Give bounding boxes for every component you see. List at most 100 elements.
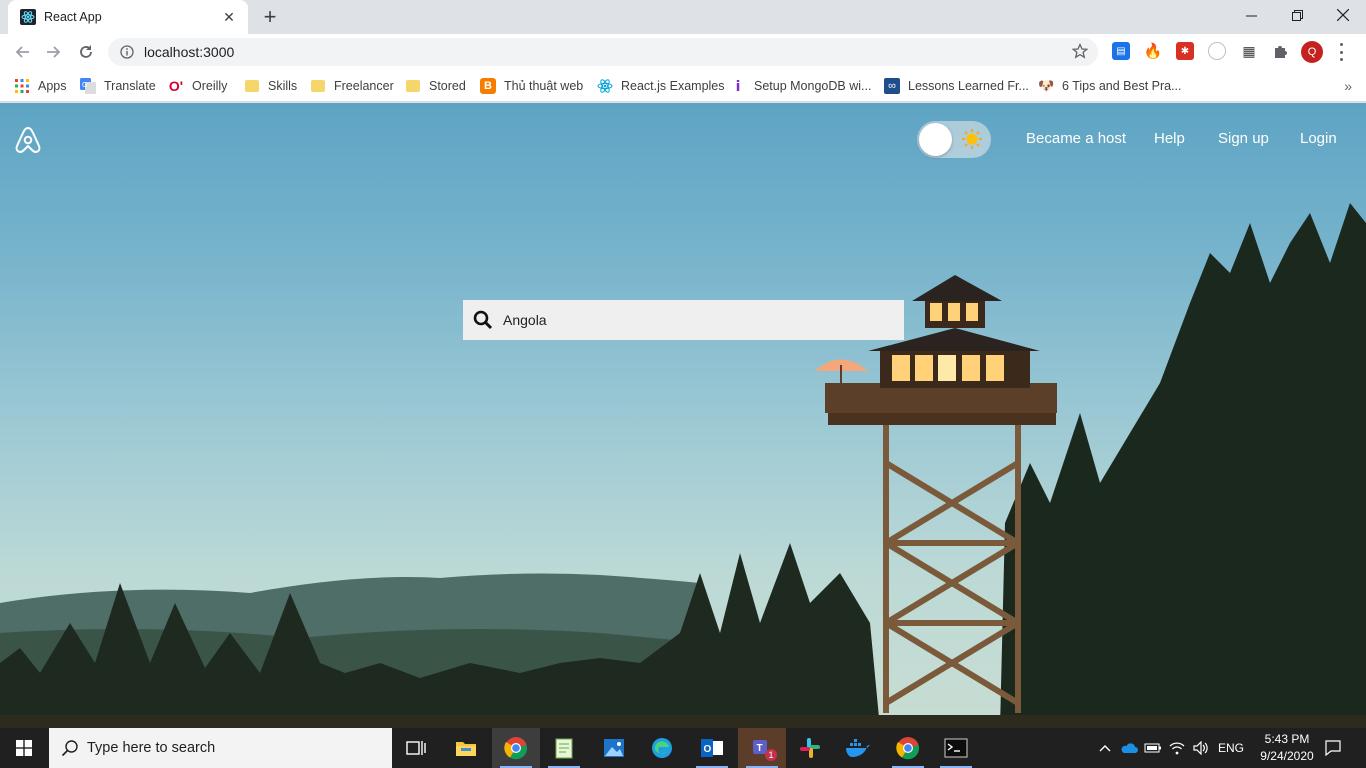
oreilly-icon: O' xyxy=(168,78,184,94)
profile-avatar[interactable]: Q xyxy=(1301,41,1323,63)
bookmark-apps[interactable]: Apps xyxy=(14,76,67,96)
bookmark-stored[interactable]: Stored xyxy=(406,76,466,96)
theme-toggle[interactable] xyxy=(917,121,991,158)
edge-icon[interactable] xyxy=(638,728,686,768)
apps-grid-icon xyxy=(15,79,29,93)
dog-face-icon: 🐶 xyxy=(1038,78,1055,93)
folder-icon xyxy=(245,80,259,92)
landscape-background xyxy=(0,203,1366,728)
folder-icon xyxy=(406,80,420,92)
search-value: Angola xyxy=(503,312,547,328)
sign-up-link[interactable]: Sign up xyxy=(1218,130,1269,147)
input-language-indicator[interactable]: ENG xyxy=(1214,728,1248,768)
volume-icon[interactable] xyxy=(1190,728,1212,768)
browser-tab-strip: React App ✕ + xyxy=(0,0,1366,34)
bookmark-skills[interactable]: Skills xyxy=(245,76,297,96)
info-icon[interactable] xyxy=(120,45,134,59)
show-hidden-icons-chevron-icon[interactable] xyxy=(1095,728,1115,768)
bookmark-label: Lessons Learned Fr... xyxy=(908,79,1029,93)
forward-arrow-icon[interactable] xyxy=(40,38,68,66)
back-arrow-icon[interactable] xyxy=(8,38,36,66)
taskbar-search-input[interactable]: Type here to search xyxy=(49,728,392,768)
bookmarks-overflow-icon[interactable]: » xyxy=(1344,78,1352,94)
battery-icon[interactable] xyxy=(1142,728,1164,768)
url-text: localhost:3000 xyxy=(144,44,235,60)
svg-text:O: O xyxy=(704,744,712,755)
bookmark-lessons-learned[interactable]: ∞ Lessons Learned Fr... xyxy=(884,76,1029,96)
docker-icon[interactable] xyxy=(834,728,882,768)
airbnb-logo-icon[interactable] xyxy=(14,125,42,155)
browser-toolbar: localhost:3000 ▤ 🔥 ✱ ▦ Q xyxy=(0,34,1366,70)
help-link[interactable]: Help xyxy=(1154,130,1185,147)
bug-extension-icon[interactable]: ✱ xyxy=(1176,42,1194,60)
react-icon xyxy=(20,9,36,25)
sun-icon xyxy=(962,129,982,149)
bookmark-6-tips[interactable]: 🐶 6 Tips and Best Pra... xyxy=(1038,76,1182,96)
inbox-extension-icon[interactable]: ▤ xyxy=(1112,42,1130,60)
bookmark-label: Skills xyxy=(268,79,298,93)
search-icon xyxy=(473,310,493,330)
browser-tab[interactable]: React App ✕ xyxy=(8,0,248,34)
qr-code-extension-icon[interactable]: ▦ xyxy=(1240,42,1258,60)
teams-notification-badge: 1 xyxy=(765,749,777,761)
taskbar-search-placeholder: Type here to search xyxy=(87,740,216,756)
teams-icon[interactable]: T 1 xyxy=(738,728,786,768)
windows-start-button[interactable] xyxy=(0,728,48,768)
chrome-secondary-icon[interactable] xyxy=(884,728,932,768)
terminal-icon[interactable] xyxy=(932,728,980,768)
bookmark-label: Thủ thuật web xyxy=(504,79,584,93)
reload-icon[interactable] xyxy=(72,38,100,66)
tab-title: React App xyxy=(44,10,102,24)
toggle-knob xyxy=(919,123,952,156)
bookmark-oreilly[interactable]: O' Oreilly xyxy=(168,76,228,96)
circle-extension-icon[interactable] xyxy=(1208,42,1226,60)
bookmark-label: Stored xyxy=(429,79,466,93)
bookmark-label: Oreilly xyxy=(192,79,228,93)
windows-taskbar: Type here to search O T 1 ENG 5:43 PM 9/… xyxy=(0,728,1366,768)
login-link[interactable]: Login xyxy=(1300,130,1337,147)
onedrive-cloud-icon[interactable] xyxy=(1118,728,1140,768)
system-clock[interactable]: 5:43 PM 9/24/2020 xyxy=(1256,731,1318,765)
location-search-input[interactable]: Angola xyxy=(463,300,904,340)
clock-date: 9/24/2020 xyxy=(1260,749,1314,763)
svg-text:G: G xyxy=(82,82,87,89)
address-bar[interactable]: localhost:3000 xyxy=(108,38,1098,66)
hero-section: Became a host Help Sign up Login Angola xyxy=(0,103,1366,728)
bookmark-reactjs-examples[interactable]: React.js Examples xyxy=(597,76,725,96)
bookmark-label: Translate xyxy=(104,79,156,93)
close-window-button[interactable] xyxy=(1320,0,1366,30)
new-tab-button[interactable]: + xyxy=(258,4,282,29)
task-view-icon[interactable] xyxy=(392,728,440,768)
minimize-button[interactable] xyxy=(1228,0,1274,30)
svg-text:T: T xyxy=(757,743,763,754)
wifi-icon[interactable] xyxy=(1166,728,1188,768)
google-translate-icon: G xyxy=(80,78,96,94)
infinity-icon: ∞ xyxy=(884,78,900,94)
bookmark-label: Freelancer xyxy=(334,79,394,93)
bookmark-setup-mongodb[interactable]: ⅰ Setup MongoDB wi... xyxy=(730,76,872,96)
bookmark-translate[interactable]: G Translate xyxy=(80,76,156,96)
bookmarks-bar: Apps G Translate O' Oreilly Skills Freel… xyxy=(0,70,1366,102)
restore-button[interactable] xyxy=(1274,0,1320,30)
close-tab-icon[interactable]: ✕ xyxy=(220,8,238,26)
bookmark-thu-thuat-web[interactable]: B Thủ thuật web xyxy=(480,76,583,96)
fire-extension-icon[interactable]: 🔥 xyxy=(1144,42,1163,60)
bookmark-freelancer[interactable]: Freelancer xyxy=(311,76,394,96)
bookmark-label: Apps xyxy=(38,79,67,93)
became-a-host-link[interactable]: Became a host xyxy=(1026,130,1126,147)
blogger-icon: B xyxy=(480,78,496,94)
windows-logo-icon xyxy=(16,740,32,756)
chrome-menu-icon[interactable] xyxy=(1338,43,1344,61)
puzzle-extensions-icon[interactable] xyxy=(1272,42,1290,60)
chrome-taskbar-icon[interactable] xyxy=(492,728,540,768)
slack-icon[interactable] xyxy=(786,728,834,768)
outlook-icon[interactable]: O xyxy=(688,728,736,768)
photos-icon[interactable] xyxy=(590,728,638,768)
action-center-icon[interactable] xyxy=(1320,728,1346,768)
clock-time: 5:43 PM xyxy=(1264,732,1310,746)
bookmark-star-icon[interactable] xyxy=(1072,43,1088,59)
notepad-plus-icon[interactable] xyxy=(540,728,588,768)
file-explorer-icon[interactable] xyxy=(442,728,490,768)
folder-icon xyxy=(311,80,325,92)
search-icon xyxy=(61,740,78,757)
